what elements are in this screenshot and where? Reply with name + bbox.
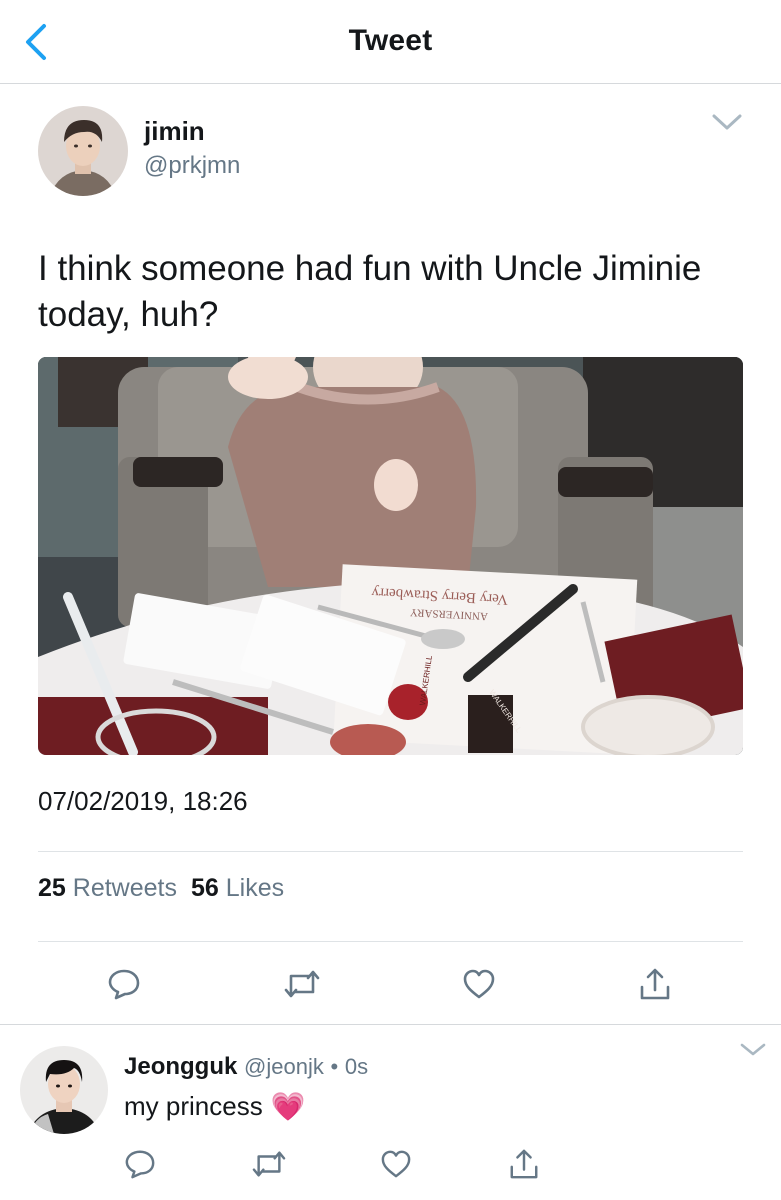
reply-time: 0s [344,1054,369,1079]
share-icon [510,1149,538,1179]
retweet-icon [284,970,320,998]
retweets-stat[interactable]: 25 Retweets [38,874,177,902]
speech-bubble-icon [125,1150,155,1179]
like-button[interactable] [459,964,499,1004]
more-options-button[interactable] [711,110,743,134]
reply-button[interactable] [104,964,144,1004]
likes-count: 56 [190,874,219,902]
chevron-down-icon [712,114,742,130]
speech-bubble-icon [108,969,140,1000]
author-avatar-image [38,106,128,196]
reply-text-line: my princess 💗 [124,1090,306,1123]
divider [38,851,743,852]
share-icon [640,968,670,1000]
retweets-count: 25 [38,874,66,902]
likes-stat[interactable]: 56 Likes [191,874,284,902]
likes-label: Likes [225,874,285,902]
reply-reply-button[interactable] [120,1144,160,1184]
retweets-label: Retweets [72,874,177,902]
heart-icon [463,969,495,999]
avatar[interactable] [20,1046,108,1134]
reply-share-button[interactable] [504,1144,544,1184]
top-nav-bar: Tweet [0,0,781,84]
heart-icon [381,1150,411,1178]
reply-author-handle[interactable]: @jeonjk [244,1054,324,1079]
reply-author-line: Jeongguk @jeonjk • 0s [124,1053,368,1081]
tweet-action-bar [38,964,743,1004]
reply-retweet-button[interactable] [249,1144,289,1184]
author-handle[interactable]: @prkjmn [144,152,240,180]
chevron-down-icon [740,1043,766,1056]
retweet-icon [252,1151,286,1177]
photo-image: ANNIVERSARY Very Berry Strawberry WALKER… [38,357,743,755]
reply-author-avatar-image [20,1046,108,1134]
divider [38,941,743,942]
reply-like-button[interactable] [376,1144,416,1184]
tweet-header: jimin @prkjmn [38,106,743,198]
reply-text: my princess [124,1091,263,1121]
reply-meta-separator: • [330,1054,339,1079]
tweet-text: I think someone had fun with Uncle Jimin… [38,249,702,334]
tweet-photo[interactable]: ANNIVERSARY Very Berry Strawberry WALKER… [38,357,743,755]
heart-emoji: 💗 [270,1091,306,1122]
reply-author-name[interactable]: Jeongguk [124,1053,237,1080]
tweet-timestamp: 07/02/2019, 18:26 [38,786,248,816]
share-button[interactable] [635,964,675,1004]
reply-action-bar [120,1144,540,1184]
retweet-button[interactable] [282,964,322,1004]
reply-more-options-button[interactable] [739,1040,767,1060]
divider [0,1024,781,1025]
avatar[interactable] [38,106,128,196]
author-name[interactable]: jimin [144,116,205,147]
tweet-stats: 25 Retweets 56 Likes [38,874,284,903]
page-title: Tweet [348,24,433,57]
